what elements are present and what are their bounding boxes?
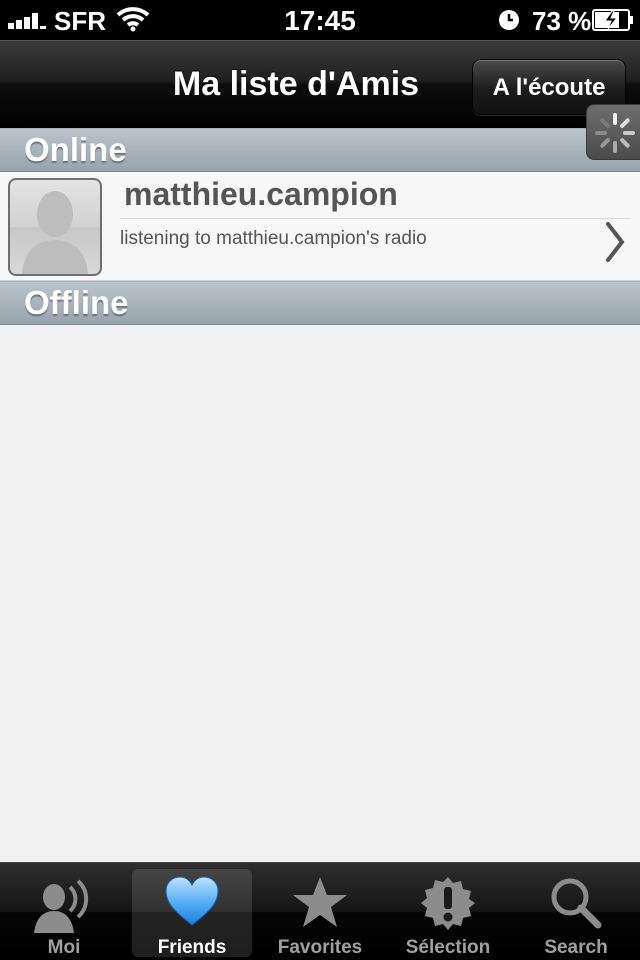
tab-label: Moi [47, 937, 81, 958]
section-header-online: Online [0, 128, 640, 172]
person-silhouette-icon [22, 191, 88, 274]
tab-friends[interactable]: Friends [132, 869, 252, 958]
tab-label: Search [544, 937, 608, 958]
status-bar: SFR 17:45 73 % [0, 0, 640, 40]
tab-favorites[interactable]: Favorites [260, 869, 380, 958]
loading-indicator [586, 104, 640, 160]
section-header-offline: Offline [0, 281, 640, 325]
friend-name: matthieu.campion [124, 176, 398, 212]
spinner-icon [595, 113, 635, 153]
friend-status: listening to matthieu.campion's radio [120, 228, 427, 249]
chevron-right-icon[interactable] [602, 220, 628, 264]
section-title-online: Online [24, 131, 127, 168]
avatar [8, 178, 102, 276]
tab-label: Friends [157, 937, 227, 958]
section-title-offline: Offline [24, 284, 129, 321]
tab-label: Favorites [277, 937, 363, 958]
heart-icon [165, 876, 219, 926]
tab-bar: Moi Friends Favorites Sélection Search [0, 862, 640, 960]
exclamation-badge-icon [421, 877, 475, 930]
star-icon [293, 877, 347, 927]
alarm-clock-icon [499, 10, 519, 30]
navigation-bar: Ma liste d'Amis A l'écoute [0, 40, 640, 128]
friend-row[interactable]: matthieu.campion listening to matthieu.c… [0, 172, 640, 281]
magnifier-icon [551, 878, 602, 929]
tab-search[interactable]: Search [516, 869, 636, 958]
battery-charging-icon [592, 9, 633, 31]
person-speaking-icon [34, 879, 89, 933]
tab-moi[interactable]: Moi [4, 869, 124, 958]
tab-label: Sélection [405, 937, 491, 958]
tab-selection[interactable]: Sélection [388, 869, 508, 958]
friends-list: Online matthieu.campion listening to mat… [0, 128, 640, 862]
divider [120, 218, 630, 219]
battery-percentage: 73 % [532, 6, 592, 36]
